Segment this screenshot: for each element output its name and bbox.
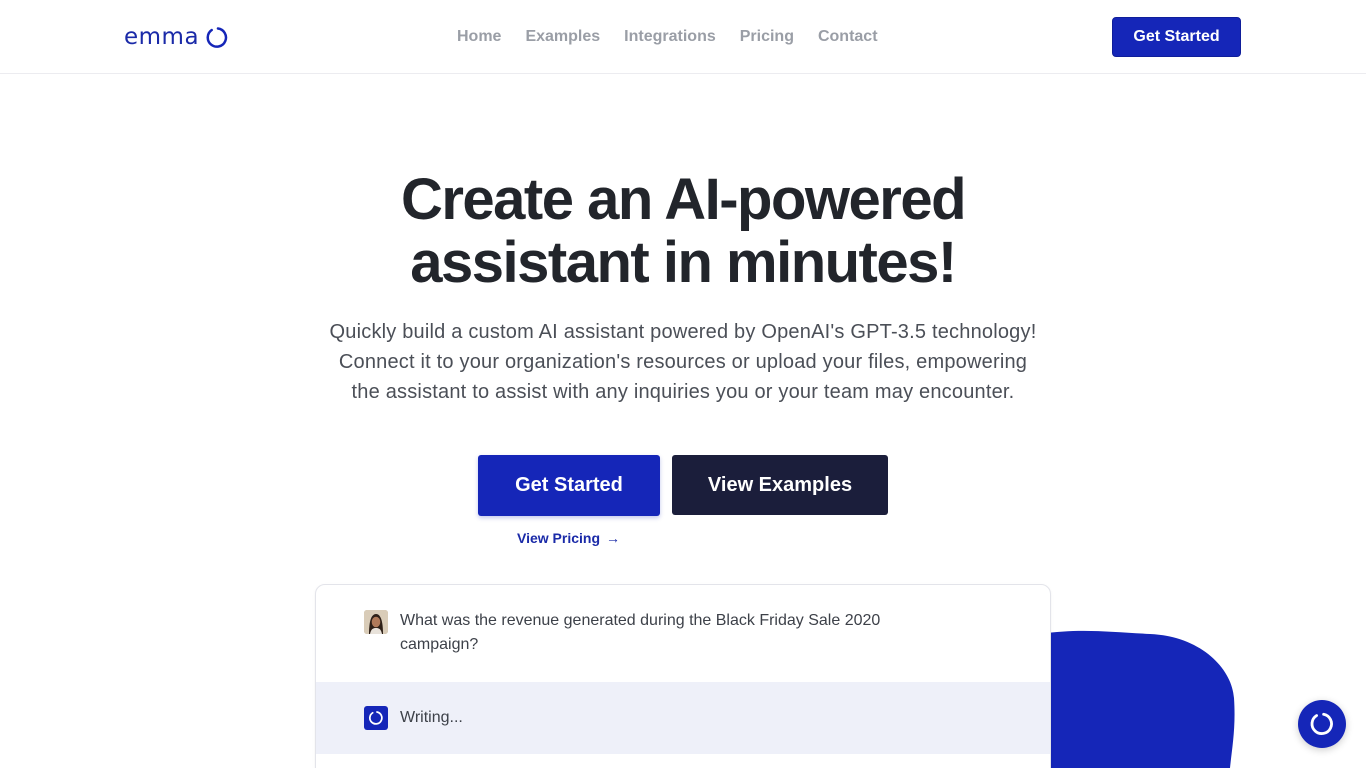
main-nav: Home Examples Integrations Pricing Conta…: [457, 27, 878, 47]
hero-title-line1: Create an AI-powered: [400, 167, 967, 232]
nav-pricing[interactable]: Pricing: [740, 27, 794, 47]
get-started-button[interactable]: Get Started: [478, 455, 660, 516]
view-pricing-link[interactable]: View Pricing →: [517, 530, 620, 546]
assistant-ring-icon: [364, 706, 388, 730]
logo-text: emma: [124, 24, 200, 50]
decorative-blob: [1040, 630, 1235, 768]
user-message-row: What was the revenue generated during th…: [316, 585, 1050, 682]
assistant-status-text: Writing...: [400, 709, 463, 726]
logo[interactable]: emma: [124, 24, 228, 50]
hero-subtitle-line2: Connect it to your organization's resour…: [338, 351, 1028, 373]
site-header: emma Home Examples Integrations Pricing …: [0, 0, 1366, 74]
chat-demo-card: What was the revenue generated during th…: [315, 584, 1051, 768]
hero-title-line2: assistant in minutes!: [410, 230, 957, 295]
arrow-right-icon: →: [606, 530, 620, 546]
chat-launcher-button[interactable]: [1298, 700, 1346, 748]
nav-integrations[interactable]: Integrations: [624, 27, 716, 47]
chat-launcher-icon: [1310, 712, 1333, 735]
assistant-message-row: Writing...: [316, 682, 1050, 754]
user-avatar: [364, 610, 388, 634]
hero-subtitle-line3: the assistant to assist with any inquiri…: [351, 381, 1015, 403]
view-pricing-label: View Pricing: [517, 530, 600, 546]
nav-examples[interactable]: Examples: [525, 27, 600, 47]
view-examples-button[interactable]: View Examples: [672, 455, 888, 515]
nav-contact[interactable]: Contact: [818, 27, 878, 47]
nav-home[interactable]: Home: [457, 27, 501, 47]
hero-subtitle: Quickly build a custom AI assistant powe…: [303, 317, 1063, 407]
hero-subtitle-line1: Quickly build a custom AI assistant powe…: [329, 321, 1037, 343]
ring-logo-icon: [205, 26, 228, 49]
hero-title: Create an AI-powered assistant in minute…: [283, 168, 1083, 294]
user-message-text: What was the revenue generated during th…: [400, 612, 881, 653]
header-get-started-button[interactable]: Get Started: [1112, 17, 1241, 57]
